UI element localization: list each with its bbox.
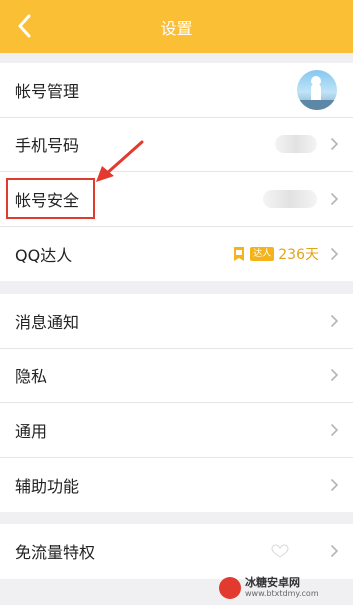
row-phone-number[interactable]: 手机号码 [0, 118, 353, 172]
watermark-name: 冰糖安卓网 [245, 576, 300, 589]
talent-badge-label: 达人 [250, 246, 275, 261]
chevron-right-icon [330, 138, 339, 151]
chevron-right-icon [330, 247, 339, 260]
annotation-arrow-icon [96, 140, 144, 182]
account-group: 帐号管理 手机号码 帐号安全 QQ达人 达人 236天 [0, 63, 353, 281]
row-label: 隐私 [15, 367, 48, 387]
row-label: 消息通知 [15, 312, 80, 332]
row-account-management[interactable]: 帐号管理 [0, 63, 353, 118]
row-general[interactable]: 通用 [0, 403, 353, 458]
highlight-box [6, 178, 95, 219]
qq-talent-badge-icon [234, 246, 245, 261]
app-header: 设置 [0, 0, 353, 53]
chevron-right-icon [330, 423, 339, 436]
watermark: 冰糖安卓网 www.btxtdmy.com [219, 575, 349, 601]
chevron-right-icon [330, 478, 339, 491]
chevron-left-icon [18, 14, 31, 38]
chevron-right-icon [330, 369, 339, 382]
talent-days: 236天 [278, 246, 319, 263]
row-label: 辅助功能 [15, 476, 80, 496]
blurred-value [263, 189, 317, 208]
heart-outline-icon [271, 544, 289, 558]
row-privacy[interactable]: 隐私 [0, 349, 353, 403]
row-qq-talent[interactable]: QQ达人 达人 236天 [0, 227, 353, 282]
talent-badge: 达人 236天 [232, 244, 319, 264]
row-notifications[interactable]: 消息通知 [0, 294, 353, 349]
chevron-right-icon [330, 192, 339, 205]
general-group: 消息通知 隐私 通用 辅助功能 [0, 294, 353, 512]
chevron-right-icon [330, 314, 339, 327]
row-free-data[interactable]: 免流量特权 [0, 524, 353, 579]
watermark-logo-icon [219, 577, 241, 599]
row-label: 通用 [15, 421, 48, 441]
row-accessibility[interactable]: 辅助功能 [0, 458, 353, 513]
row-label: QQ达人 [15, 245, 73, 265]
row-label: 帐号管理 [15, 81, 80, 101]
chevron-right-icon [330, 545, 339, 558]
row-label: 免流量特权 [15, 543, 96, 563]
watermark-url: www.btxtdmy.com [245, 589, 319, 598]
avatar [297, 69, 337, 110]
row-label: 手机号码 [15, 136, 80, 156]
back-button[interactable] [6, 8, 42, 44]
traffic-group: 免流量特权 [0, 524, 353, 579]
page-title: 设置 [160, 18, 193, 38]
blurred-value [275, 135, 317, 154]
